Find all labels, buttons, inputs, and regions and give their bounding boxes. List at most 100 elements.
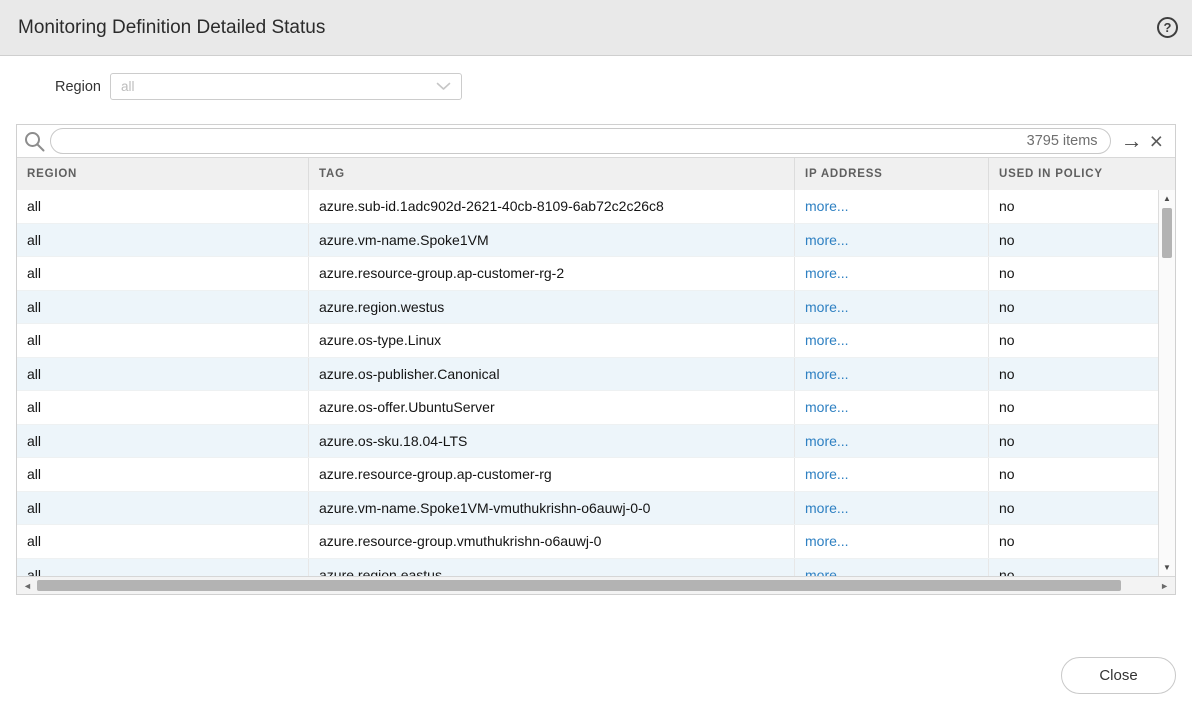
ip-address-cell: more... xyxy=(794,458,988,491)
region-cell: all xyxy=(17,492,308,525)
more-link[interactable]: more... xyxy=(805,399,849,415)
ip-address-cell: more... xyxy=(794,257,988,290)
table-row[interactable]: all azure.os-offer.UbuntuServer more... … xyxy=(17,391,1158,425)
filter-input[interactable] xyxy=(63,132,1027,150)
more-link[interactable]: more... xyxy=(805,366,849,382)
filter-bar: 3795 items → × xyxy=(17,125,1175,158)
ip-address-cell: more... xyxy=(794,492,988,525)
table-row[interactable]: all azure.sub-id.1adc902d-2621-40cb-8109… xyxy=(17,190,1158,224)
tag-cell: azure.resource-group.ap-customer-rg-2 xyxy=(308,257,794,290)
table-row[interactable]: all azure.os-publisher.Canonical more...… xyxy=(17,358,1158,392)
table-row[interactable]: all azure.os-type.Linux more... no xyxy=(17,324,1158,358)
region-cell: all xyxy=(17,358,308,391)
ip-address-cell: more... xyxy=(794,525,988,558)
table-body: all azure.sub-id.1adc902d-2621-40cb-8109… xyxy=(17,190,1158,576)
ip-address-cell: more... xyxy=(794,224,988,257)
more-link[interactable]: more... xyxy=(805,232,849,248)
table-row[interactable]: all azure.region.eastus more... no xyxy=(17,559,1158,577)
results-panel: 3795 items → × REGION TAG IP ADDRESS USE… xyxy=(16,124,1176,595)
close-button[interactable]: Close xyxy=(1061,657,1176,694)
tag-cell: azure.os-type.Linux xyxy=(308,324,794,357)
column-header-tag[interactable]: TAG xyxy=(308,158,794,190)
table-row[interactable]: all azure.resource-group.ap-customer-rg-… xyxy=(17,257,1158,291)
region-cell: all xyxy=(17,525,308,558)
clear-filter-icon[interactable]: × xyxy=(1150,130,1163,153)
ip-address-cell: more... xyxy=(794,559,988,577)
scroll-right-icon[interactable]: ► xyxy=(1160,581,1169,591)
used-in-policy-cell: no xyxy=(988,391,1158,424)
tag-cell: azure.os-publisher.Canonical xyxy=(308,358,794,391)
used-in-policy-cell: no xyxy=(988,257,1158,290)
used-in-policy-cell: no xyxy=(988,224,1158,257)
more-link[interactable]: more... xyxy=(805,433,849,449)
help-icon[interactable]: ? xyxy=(1157,17,1178,38)
horizontal-scroll-thumb[interactable] xyxy=(37,580,1121,591)
more-link[interactable]: more... xyxy=(805,466,849,482)
more-link[interactable]: more... xyxy=(805,332,849,348)
ip-address-cell: more... xyxy=(794,391,988,424)
region-row: Region all xyxy=(0,73,1192,100)
scroll-down-icon[interactable]: ▼ xyxy=(1159,563,1175,572)
table-row[interactable]: all azure.vm-name.Spoke1VM more... no xyxy=(17,224,1158,258)
region-cell: all xyxy=(17,391,308,424)
used-in-policy-cell: no xyxy=(988,324,1158,357)
more-link[interactable]: more... xyxy=(805,198,849,214)
tag-cell: azure.vm-name.Spoke1VM xyxy=(308,224,794,257)
column-header-region[interactable]: REGION xyxy=(17,158,308,190)
ip-address-cell: more... xyxy=(794,190,988,223)
used-in-policy-cell: no xyxy=(988,291,1158,324)
region-cell: all xyxy=(17,257,308,290)
scroll-up-icon[interactable]: ▲ xyxy=(1159,194,1175,203)
tag-cell: azure.region.eastus xyxy=(308,559,794,577)
region-cell: all xyxy=(17,190,308,223)
column-header-ip-address[interactable]: IP ADDRESS xyxy=(794,158,988,190)
horizontal-scrollbar[interactable]: ◄ ► xyxy=(17,576,1175,594)
ip-address-cell: more... xyxy=(794,425,988,458)
region-label: Region xyxy=(55,79,101,95)
chevron-down-icon xyxy=(436,82,451,91)
ip-address-cell: more... xyxy=(794,358,988,391)
vertical-scrollbar[interactable]: ▲ ▼ xyxy=(1158,190,1175,576)
search-icon xyxy=(23,130,46,153)
tag-cell: azure.resource-group.vmuthukrishn-o6auwj… xyxy=(308,525,794,558)
used-in-policy-cell: no xyxy=(988,190,1158,223)
page-title: Monitoring Definition Detailed Status xyxy=(18,17,325,39)
vertical-scroll-thumb[interactable] xyxy=(1162,208,1172,258)
region-cell: all xyxy=(17,559,308,577)
ip-address-cell: more... xyxy=(794,324,988,357)
used-in-policy-cell: no xyxy=(988,525,1158,558)
tag-cell: azure.vm-name.Spoke1VM-vmuthukrishn-o6au… xyxy=(308,492,794,525)
more-link[interactable]: more... xyxy=(805,265,849,281)
dialog-titlebar: Monitoring Definition Detailed Status ? xyxy=(0,0,1192,56)
ip-address-cell: more... xyxy=(794,291,988,324)
region-cell: all xyxy=(17,224,308,257)
used-in-policy-cell: no xyxy=(988,458,1158,491)
column-header-used-in-policy[interactable]: USED IN POLICY xyxy=(988,158,1158,190)
table-row[interactable]: all azure.vm-name.Spoke1VM-vmuthukrishn-… xyxy=(17,492,1158,526)
table-row[interactable]: all azure.resource-group.ap-customer-rg … xyxy=(17,458,1158,492)
tag-cell: azure.sub-id.1adc902d-2621-40cb-8109-6ab… xyxy=(308,190,794,223)
table-header: REGION TAG IP ADDRESS USED IN POLICY xyxy=(17,158,1175,190)
more-link[interactable]: more... xyxy=(805,500,849,516)
more-link[interactable]: more... xyxy=(805,567,849,576)
more-link[interactable]: more... xyxy=(805,299,849,315)
tag-cell: azure.os-sku.18.04-LTS xyxy=(308,425,794,458)
used-in-policy-cell: no xyxy=(988,425,1158,458)
items-count: 3795 items xyxy=(1027,133,1098,149)
used-in-policy-cell: no xyxy=(988,358,1158,391)
region-cell: all xyxy=(17,425,308,458)
tag-cell: azure.region.westus xyxy=(308,291,794,324)
region-dropdown[interactable]: all xyxy=(110,73,462,100)
region-cell: all xyxy=(17,324,308,357)
filter-input-container: 3795 items xyxy=(50,128,1111,154)
tag-cell: azure.resource-group.ap-customer-rg xyxy=(308,458,794,491)
more-link[interactable]: more... xyxy=(805,533,849,549)
region-dropdown-value: all xyxy=(121,79,135,94)
scroll-left-icon[interactable]: ◄ xyxy=(23,581,32,591)
apply-filter-icon[interactable]: → xyxy=(1121,130,1143,152)
region-cell: all xyxy=(17,291,308,324)
table-row[interactable]: all azure.os-sku.18.04-LTS more... no xyxy=(17,425,1158,459)
table-body-wrap: all azure.sub-id.1adc902d-2621-40cb-8109… xyxy=(17,190,1175,576)
table-row[interactable]: all azure.region.westus more... no xyxy=(17,291,1158,325)
table-row[interactable]: all azure.resource-group.vmuthukrishn-o6… xyxy=(17,525,1158,559)
